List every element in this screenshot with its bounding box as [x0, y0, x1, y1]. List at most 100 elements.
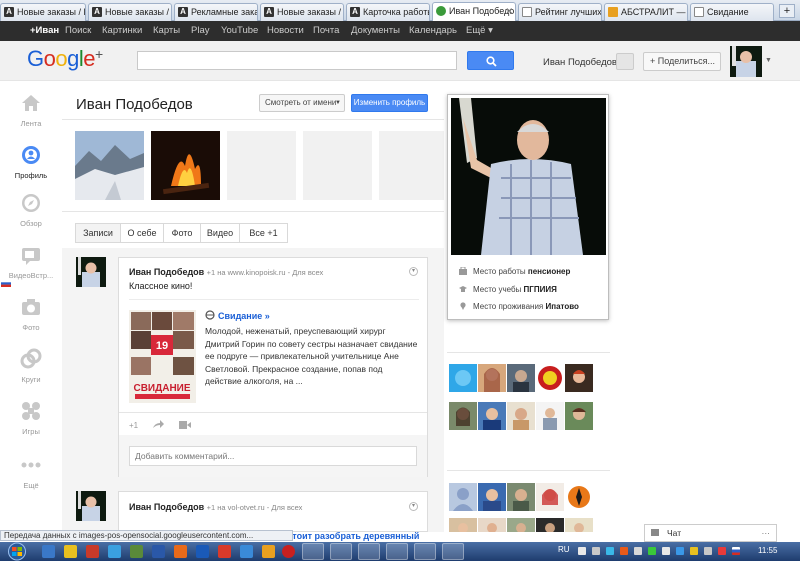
circle-member-avatar[interactable]: [449, 364, 477, 392]
share-icon[interactable]: [153, 420, 164, 429]
add-comment-input[interactable]: Добавить комментарий...: [129, 446, 417, 466]
circle-member-avatar[interactable]: [565, 518, 593, 532]
taskbar-app-icon[interactable]: [262, 545, 275, 558]
circle-member-avatar[interactable]: [478, 402, 506, 430]
tab-about[interactable]: О себе: [120, 223, 164, 243]
gbar-item-news[interactable]: Новости: [267, 25, 304, 36]
nav-item-more[interactable]: Ещё: [0, 454, 62, 504]
tray-icon[interactable]: [578, 547, 586, 555]
link-title[interactable]: Свидание »: [218, 311, 270, 321]
nav-item-stream[interactable]: Лента: [0, 92, 62, 142]
nav-item-games[interactable]: Игры: [0, 400, 62, 450]
tray-icon[interactable]: [648, 547, 656, 555]
tab-photos[interactable]: Фото: [163, 223, 201, 243]
gbar-item-play[interactable]: Play: [191, 25, 209, 36]
close-icon[interactable]: ✕: [505, 3, 513, 19]
google-plus-logo[interactable]: Google+: [27, 46, 103, 72]
tray-icon[interactable]: [718, 547, 726, 555]
folder-icon[interactable]: [64, 545, 77, 558]
nav-item-photos[interactable]: Фото: [0, 296, 62, 346]
chevron-down-icon[interactable]: ▼: [765, 57, 772, 64]
taskbar-button[interactable]: [386, 543, 408, 560]
taskbar-app-icon[interactable]: [42, 545, 55, 558]
tray-icon[interactable]: [606, 547, 614, 555]
circle-member-avatar[interactable]: [536, 483, 564, 511]
tab-posts[interactable]: Записи: [75, 223, 121, 243]
nav-item-explore[interactable]: Обзор: [0, 192, 62, 242]
taskbar-button[interactable]: [358, 543, 380, 560]
search-button[interactable]: [467, 51, 514, 70]
russian-flag-icon[interactable]: [732, 547, 740, 555]
post-author-avatar[interactable]: [76, 257, 106, 287]
circle-member-avatar[interactable]: [449, 402, 477, 430]
nav-item-circles[interactable]: Круги: [0, 348, 62, 398]
circle-member-avatar[interactable]: [565, 364, 593, 392]
circle-member-avatar[interactable]: [507, 483, 535, 511]
taskbar-app-icon[interactable]: [240, 545, 253, 558]
movie-poster-image[interactable]: 19 СВИДАНИЕ: [129, 310, 196, 403]
circle-member-avatar[interactable]: [536, 402, 564, 430]
tray-icon[interactable]: [676, 547, 684, 555]
chat-bar[interactable]: Чат ···: [644, 524, 777, 542]
gbar-item-youtube[interactable]: YouTube: [221, 25, 258, 36]
gbar-item-more[interactable]: Ещё ▾: [466, 25, 493, 36]
search-input[interactable]: [137, 51, 457, 70]
browser-tab-4[interactable]: AНовые заказы / П...: [260, 3, 344, 21]
taskbar-app-icon[interactable]: [86, 545, 99, 558]
browser-tab-9[interactable]: Свидание: [690, 3, 774, 21]
circle-member-avatar[interactable]: [478, 483, 506, 511]
browser-tab-8[interactable]: АБСТРАЛИТ — Ро...: [604, 3, 688, 21]
taskbar-button[interactable]: [414, 543, 436, 560]
tray-icon[interactable]: [690, 547, 698, 555]
browser-tab-active[interactable]: Иван Подобедо... ✕: [432, 2, 516, 22]
post-author[interactable]: Иван Подобедов: [129, 267, 204, 277]
circle-member-avatar[interactable]: [536, 518, 564, 532]
post-author-avatar[interactable]: [76, 491, 106, 521]
taskbar-button[interactable]: [442, 543, 464, 560]
circle-member-avatar[interactable]: [478, 518, 506, 532]
gbar-item-search[interactable]: Поиск: [65, 25, 91, 36]
share-button[interactable]: + Поделиться...: [643, 52, 721, 71]
post-menu-chevron-icon[interactable]: ▾: [409, 502, 418, 511]
start-button-icon[interactable]: [2, 542, 32, 561]
opera-icon[interactable]: [282, 545, 295, 558]
post-menu-chevron-icon[interactable]: ▾: [409, 267, 418, 276]
taskbar-app-icon[interactable]: [218, 545, 231, 558]
taskbar-app-icon[interactable]: [174, 545, 187, 558]
circle-member-avatar[interactable]: [507, 518, 535, 532]
circle-member-avatar[interactable]: [507, 364, 535, 392]
circle-member-avatar[interactable]: [565, 483, 593, 511]
browser-tab-7[interactable]: Рейтинг лучших п...: [518, 3, 602, 21]
taskbar-button[interactable]: [330, 543, 352, 560]
taskbar-app-icon[interactable]: [152, 545, 165, 558]
tray-icon[interactable]: [620, 547, 628, 555]
tab-videos[interactable]: Видео: [200, 223, 240, 243]
browser-tab-5[interactable]: AКарточка работы ...: [346, 3, 430, 21]
taskbar-app-icon[interactable]: [196, 545, 209, 558]
browser-tab-3[interactable]: AРекламные заказ...: [174, 3, 258, 21]
tray-icon[interactable]: [634, 547, 642, 555]
hangout-video-icon[interactable]: [179, 421, 191, 429]
notifications-button[interactable]: [616, 53, 634, 70]
circle-member-avatar[interactable]: [565, 402, 593, 430]
avatar[interactable]: [730, 46, 762, 77]
circle-member-avatar[interactable]: [507, 402, 535, 430]
gbar-item-docs[interactable]: Документы: [351, 25, 400, 36]
circle-member-avatar[interactable]: [536, 364, 564, 392]
photo-thumbnail-mountains[interactable]: [75, 131, 144, 200]
view-as-dropdown[interactable]: Смотреть от имени ▼: [259, 94, 345, 112]
circle-member-avatar[interactable]: [449, 518, 477, 532]
plus-one-button[interactable]: +1: [129, 421, 138, 430]
nav-item-profile[interactable]: Профиль: [0, 144, 62, 194]
clock[interactable]: 11:55: [758, 546, 777, 555]
gbar-item-mail[interactable]: Почта: [313, 25, 339, 36]
header-user-name[interactable]: Иван Подобедов: [543, 57, 617, 68]
tray-icon[interactable]: [592, 547, 600, 555]
tray-icon[interactable]: [662, 547, 670, 555]
taskbar-button[interactable]: [302, 543, 324, 560]
browser-tab-1[interactable]: AНовые заказы / П...: [0, 3, 86, 21]
new-tab-button[interactable]: +: [779, 4, 795, 18]
more-icon[interactable]: ···: [762, 525, 771, 541]
gbar-item-maps[interactable]: Карты: [153, 25, 180, 36]
post-author[interactable]: Иван Подобедов: [129, 502, 204, 512]
